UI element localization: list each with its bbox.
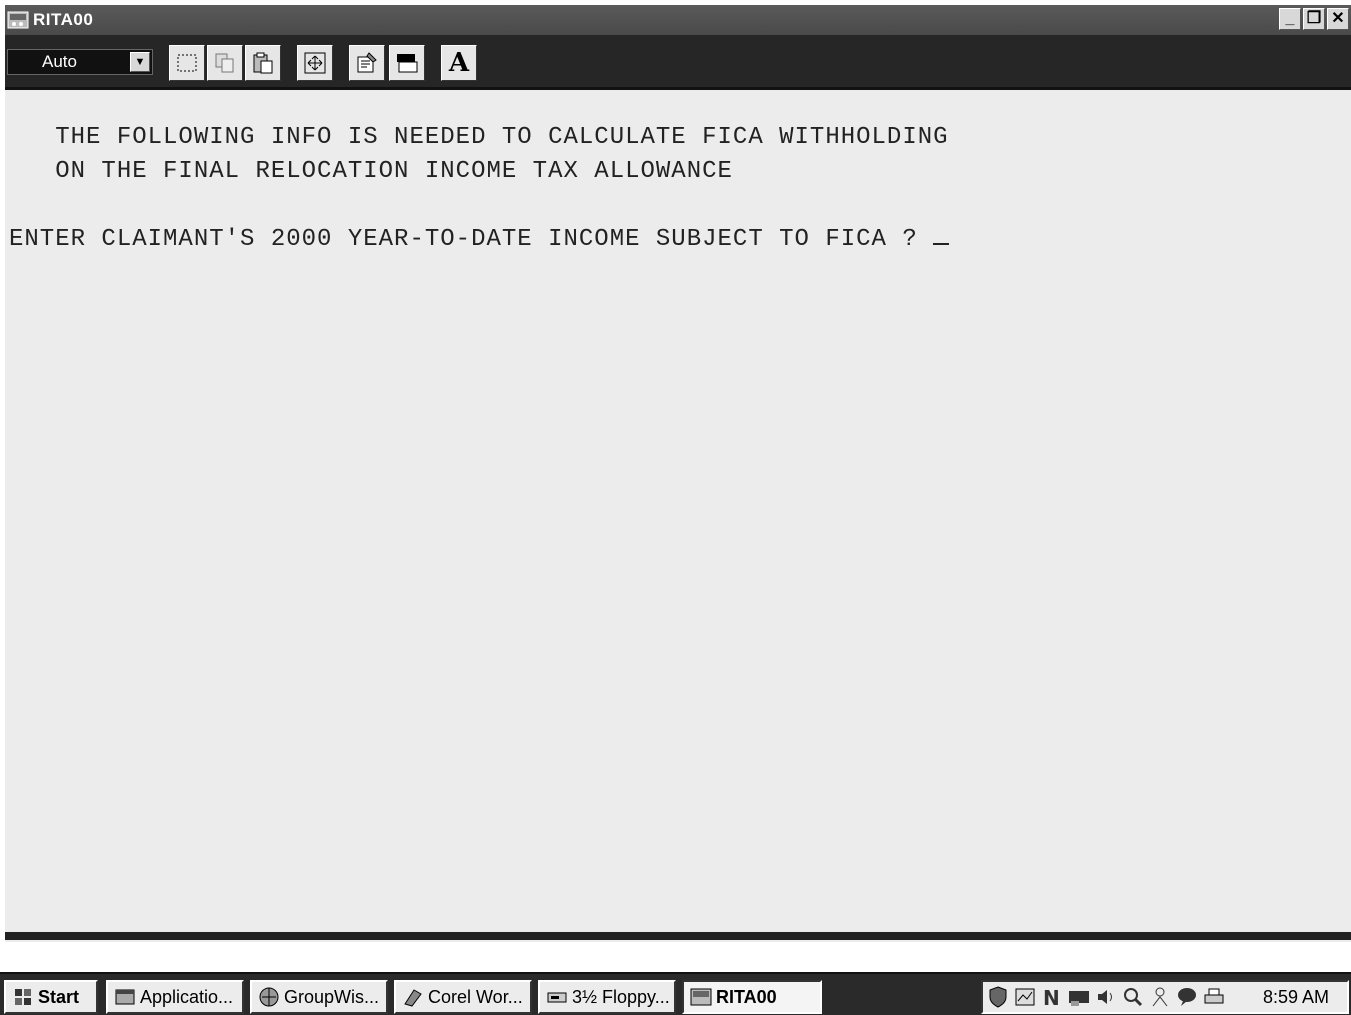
application-icon <box>114 986 136 1008</box>
volume-icon[interactable] <box>1094 985 1118 1009</box>
taskbar-item-floppy[interactable]: 3½ Floppy... <box>538 980 676 1014</box>
properties-button[interactable] <box>349 45 385 81</box>
fullscreen-icon <box>304 52 326 74</box>
taskbar: Start Applicatio... GroupWis... Corel Wo… <box>0 972 1351 1015</box>
printer-icon[interactable] <box>1202 985 1226 1009</box>
font-size-value: Auto <box>42 52 77 71</box>
scheduler-icon[interactable] <box>1013 985 1037 1009</box>
fullscreen-button[interactable] <box>297 45 333 81</box>
task-label: Applicatio... <box>140 986 234 1007</box>
clock[interactable]: 8:59 AM <box>1263 987 1329 1008</box>
task-label: 3½ Floppy... <box>572 986 670 1007</box>
start-button[interactable]: Start <box>4 980 98 1014</box>
restore-button[interactable]: ❐ <box>1303 8 1325 30</box>
toolbar: Auto ▼ A <box>5 35 1351 90</box>
task-label: GroupWis... <box>284 986 380 1007</box>
background-icon <box>397 54 418 73</box>
task-label: RITA00 <box>716 986 777 1007</box>
font-size-select[interactable]: Auto ▼ <box>7 49 153 75</box>
shield-icon[interactable] <box>986 985 1010 1009</box>
taskbar-item-rita00[interactable]: RITA00 <box>682 980 822 1014</box>
chevron-down-icon[interactable]: ▼ <box>130 52 150 72</box>
corel-icon <box>402 986 424 1008</box>
window-border <box>5 932 1351 940</box>
console-line: THE FOLLOWING INFO IS NEEDED TO CALCULAT… <box>9 124 949 151</box>
console-output[interactable]: THE FOLLOWING INFO IS NEEDED TO CALCULAT… <box>5 90 1351 935</box>
title-bar[interactable]: RITA00 _ ❐ ✕ <box>5 5 1351 35</box>
task-label: Corel Wor... <box>428 986 523 1007</box>
properties-icon <box>357 52 377 73</box>
svg-text:N: N <box>1043 986 1060 1009</box>
background-button[interactable] <box>389 45 425 81</box>
minimize-button[interactable]: _ <box>1279 8 1301 30</box>
chat-icon[interactable] <box>1175 985 1199 1009</box>
mark-icon <box>177 54 197 72</box>
search-icon[interactable] <box>1121 985 1145 1009</box>
window-title: RITA00 <box>33 10 94 29</box>
window-controls: _ ❐ ✕ <box>1279 8 1349 30</box>
copy-icon <box>215 53 234 73</box>
floppy-icon <box>546 986 568 1008</box>
taskbar-item-applications[interactable]: Applicatio... <box>106 980 244 1014</box>
taskbar-item-groupwise[interactable]: GroupWis... <box>250 980 388 1014</box>
system-tray: N 8:59 AM <box>981 980 1349 1014</box>
copy-button[interactable] <box>207 45 243 81</box>
font-icon: A <box>448 48 470 78</box>
console-line: ON THE FINAL RELOCATION INCOME TAX ALLOW… <box>9 158 733 185</box>
msdos-window: RITA00 _ ❐ ✕ Auto ▼ A THE FOLLOWING INFO… <box>5 5 1351 942</box>
paste-button[interactable] <box>245 45 281 81</box>
network-card-icon[interactable] <box>1067 985 1091 1009</box>
windows-logo-icon <box>12 986 34 1008</box>
console-prompt-line: ENTER CLAIMANT'S 2000 YEAR-TO-DATE INCOM… <box>9 226 950 253</box>
console-prompt: ENTER CLAIMANT'S 2000 YEAR-TO-DATE INCOM… <box>9 226 934 253</box>
user-icon[interactable] <box>1148 985 1172 1009</box>
paste-icon <box>253 52 273 74</box>
msdos-icon <box>7 9 29 31</box>
text-cursor <box>933 243 950 245</box>
close-button[interactable]: ✕ <box>1327 8 1349 30</box>
taskbar-item-corel[interactable]: Corel Wor... <box>394 980 532 1014</box>
mark-button[interactable] <box>169 45 205 81</box>
groupwise-icon <box>258 986 280 1008</box>
start-label: Start <box>38 986 80 1007</box>
msdos-icon <box>690 986 712 1008</box>
font-button[interactable]: A <box>441 45 477 81</box>
netscape-icon[interactable]: N <box>1040 985 1064 1010</box>
